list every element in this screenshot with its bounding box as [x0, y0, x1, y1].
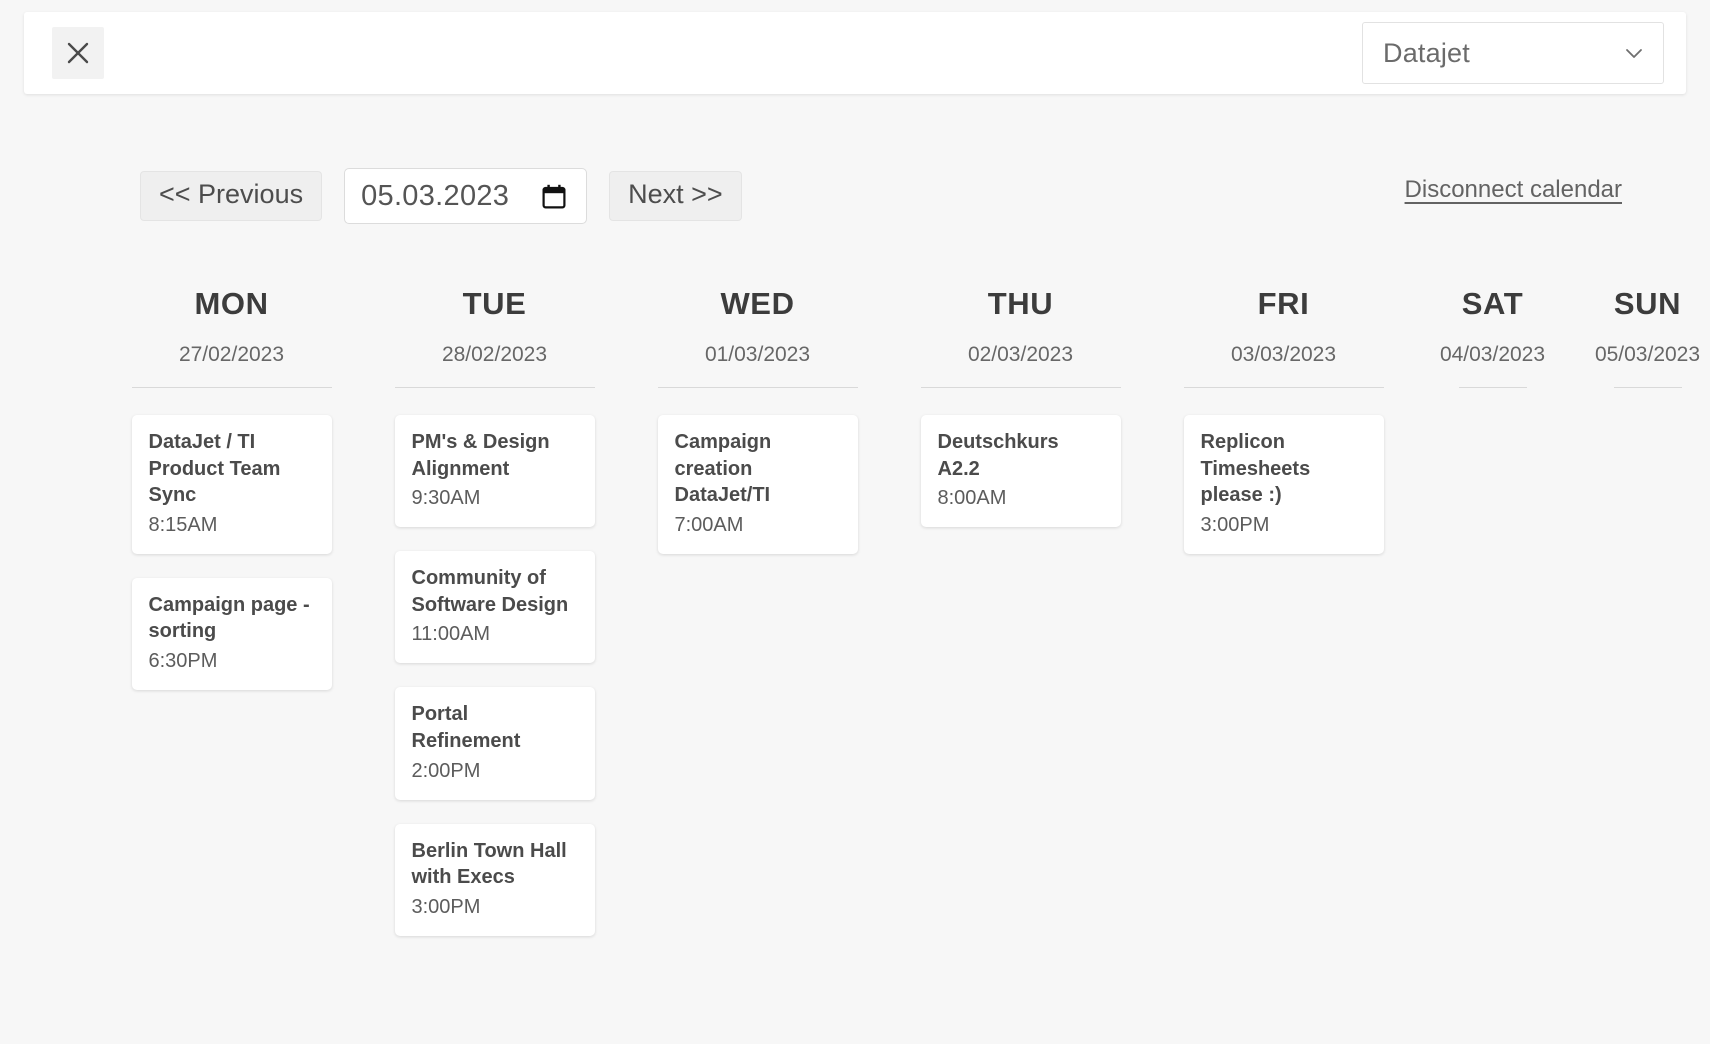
- event-card[interactable]: Portal Refinement 2:00PM: [394, 687, 595, 800]
- event-card[interactable]: Deutschkurs A2.2 8:00AM: [920, 415, 1121, 528]
- day-name: MON: [194, 286, 269, 321]
- day-date: 04/03/2023: [1439, 343, 1546, 366]
- calendar-toolbar: << Previous 05.03.2023 Next >> Disconnec…: [0, 168, 1710, 224]
- day-events: Campaign creation DataJet/TI 7:00AM: [626, 415, 889, 554]
- account-select-value: Datajet: [1383, 37, 1470, 68]
- close-icon: [65, 40, 91, 66]
- top-bar: Datajet: [24, 12, 1686, 94]
- day-column-wed: WED 01/03/2023 Campaign creation DataJet/T…: [626, 288, 889, 578]
- event-card[interactable]: Campaign creation DataJet/TI 7:00AM: [657, 415, 858, 554]
- event-title: PM's & Design Alignment: [411, 431, 550, 480]
- day-events: DataJet / TI Product Team Sync 8:15AM Camp…: [100, 415, 363, 690]
- day-column-sat: SAT 04/03/2023: [1415, 288, 1570, 415]
- chevron-down-icon: [1623, 42, 1645, 64]
- event-time: 9:30AM: [411, 487, 481, 510]
- event-title: Replicon Timesheets please :): [1200, 431, 1311, 507]
- day-date: 05/03/2023: [1594, 343, 1701, 366]
- day-column-sun: SUN 05/03/2023: [1570, 288, 1710, 415]
- event-time: 7:00AM: [674, 513, 744, 536]
- event-time: 11:00AM: [411, 623, 491, 646]
- next-week-button[interactable]: Next >>: [609, 171, 742, 221]
- event-title: Campaign page - sorting: [148, 593, 310, 643]
- day-events: Deutschkurs A2.2 8:00AM: [889, 415, 1152, 528]
- event-time: 3:00PM: [411, 895, 481, 918]
- event-card[interactable]: Community of Software Design 11:00AM: [394, 551, 595, 664]
- day-date: 02/03/2023: [967, 343, 1074, 366]
- event-card[interactable]: PM's & Design Alignment 9:30AM: [394, 415, 595, 528]
- day-name: FRI: [1257, 286, 1310, 321]
- day-divider: [920, 387, 1121, 388]
- date-input-value: 05.03.2023: [361, 179, 510, 212]
- previous-week-button[interactable]: << Previous: [140, 171, 323, 221]
- day-date: 01/03/2023: [704, 343, 811, 366]
- day-divider: [1183, 387, 1384, 388]
- event-time: 6:30PM: [148, 649, 218, 672]
- day-name: SAT: [1461, 286, 1524, 321]
- event-title: Campaign creation DataJet/TI: [674, 431, 772, 507]
- event-title: Berlin Town Hall with Execs: [411, 839, 567, 889]
- day-divider: [394, 387, 595, 388]
- day-date: 28/02/2023: [441, 343, 548, 366]
- day-date: 03/03/2023: [1230, 343, 1337, 366]
- day-column-tue: TUE 28/02/2023 PM's & Design Alignment 9:30…: [363, 288, 626, 960]
- day-events: PM's & Design Alignment 9:30AM Community o…: [363, 415, 626, 936]
- day-events: Replicon Timesheets please :) 3:00PM: [1152, 415, 1415, 554]
- event-title: DataJet / TI Product Team Sync: [148, 431, 281, 507]
- day-column-thu: THU 02/03/2023 Deutschkurs A2.2 8:00AM: [889, 288, 1152, 551]
- event-card[interactable]: Campaign page - sorting 6:30PM: [131, 577, 332, 690]
- day-name: THU: [987, 286, 1054, 321]
- day-name: WED: [720, 286, 795, 321]
- event-time: 3:00PM: [1200, 513, 1270, 536]
- day-divider: [131, 387, 332, 388]
- close-button[interactable]: [52, 27, 104, 79]
- event-card[interactable]: DataJet / TI Product Team Sync 8:15AM: [131, 415, 332, 554]
- week-navigation: << Previous 05.03.2023 Next >>: [140, 168, 742, 224]
- event-card[interactable]: Replicon Timesheets please :) 3:00PM: [1183, 415, 1384, 554]
- day-divider: [1613, 387, 1682, 388]
- event-title: Deutschkurs A2.2: [937, 431, 1059, 480]
- event-title: Community of Software Design: [411, 567, 569, 616]
- day-divider: [1458, 387, 1527, 388]
- date-input[interactable]: 05.03.2023: [344, 168, 588, 224]
- day-name: SUN: [1613, 286, 1682, 321]
- day-column-fri: FRI 03/03/2023 Replicon Timesheets please …: [1152, 288, 1415, 578]
- event-time: 2:00PM: [411, 759, 481, 782]
- day-name: TUE: [462, 286, 527, 321]
- day-date: 27/02/2023: [178, 343, 285, 366]
- day-divider: [657, 387, 858, 388]
- account-select[interactable]: Datajet: [1362, 22, 1664, 84]
- week-grid: MON 27/02/2023 DataJet / TI Product Team S…: [100, 288, 1700, 960]
- disconnect-calendar-link[interactable]: Disconnect calendar: [1405, 176, 1622, 204]
- event-card[interactable]: Berlin Town Hall with Execs 3:00PM: [394, 823, 595, 936]
- event-time: 8:15AM: [148, 513, 218, 536]
- event-time: 8:00AM: [937, 487, 1007, 510]
- calendar-icon[interactable]: [542, 184, 566, 209]
- day-column-mon: MON 27/02/2023 DataJet / TI Product Team S…: [100, 288, 363, 714]
- event-title: Portal Refinement: [411, 703, 521, 752]
